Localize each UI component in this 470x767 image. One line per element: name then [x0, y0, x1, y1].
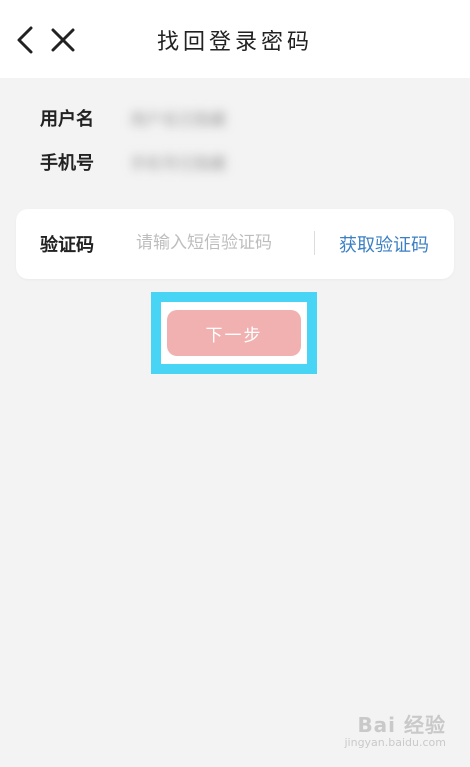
username-row: 用户名 用户名已隐藏	[40, 105, 226, 131]
highlight-inner: 下一步	[161, 302, 307, 364]
watermark-logo: Bai 经验	[357, 713, 446, 737]
nav-header: 找回登录密码	[0, 0, 470, 78]
username-label: 用户名	[40, 109, 94, 130]
get-code-button[interactable]: 获取验证码	[339, 231, 429, 257]
watermark: Bai 经验 jingyan.baidu.com	[344, 709, 446, 749]
phone-row: 手机号 手机号已隐藏	[40, 149, 226, 175]
username-value: 用户名已隐藏	[130, 110, 227, 129]
verification-card: 验证码 获取验证码	[16, 209, 454, 279]
verification-label: 验证码	[40, 235, 94, 256]
watermark-url: jingyan.baidu.com	[344, 736, 446, 749]
phone-label: 手机号	[40, 153, 94, 174]
phone-value: 手机号已隐藏	[130, 154, 227, 173]
page-title: 找回登录密码	[156, 30, 313, 55]
next-step-button[interactable]: 下一步	[167, 310, 301, 356]
verification-code-input[interactable]	[136, 227, 306, 259]
divider	[314, 231, 315, 255]
highlight-frame: 下一步	[151, 292, 317, 374]
